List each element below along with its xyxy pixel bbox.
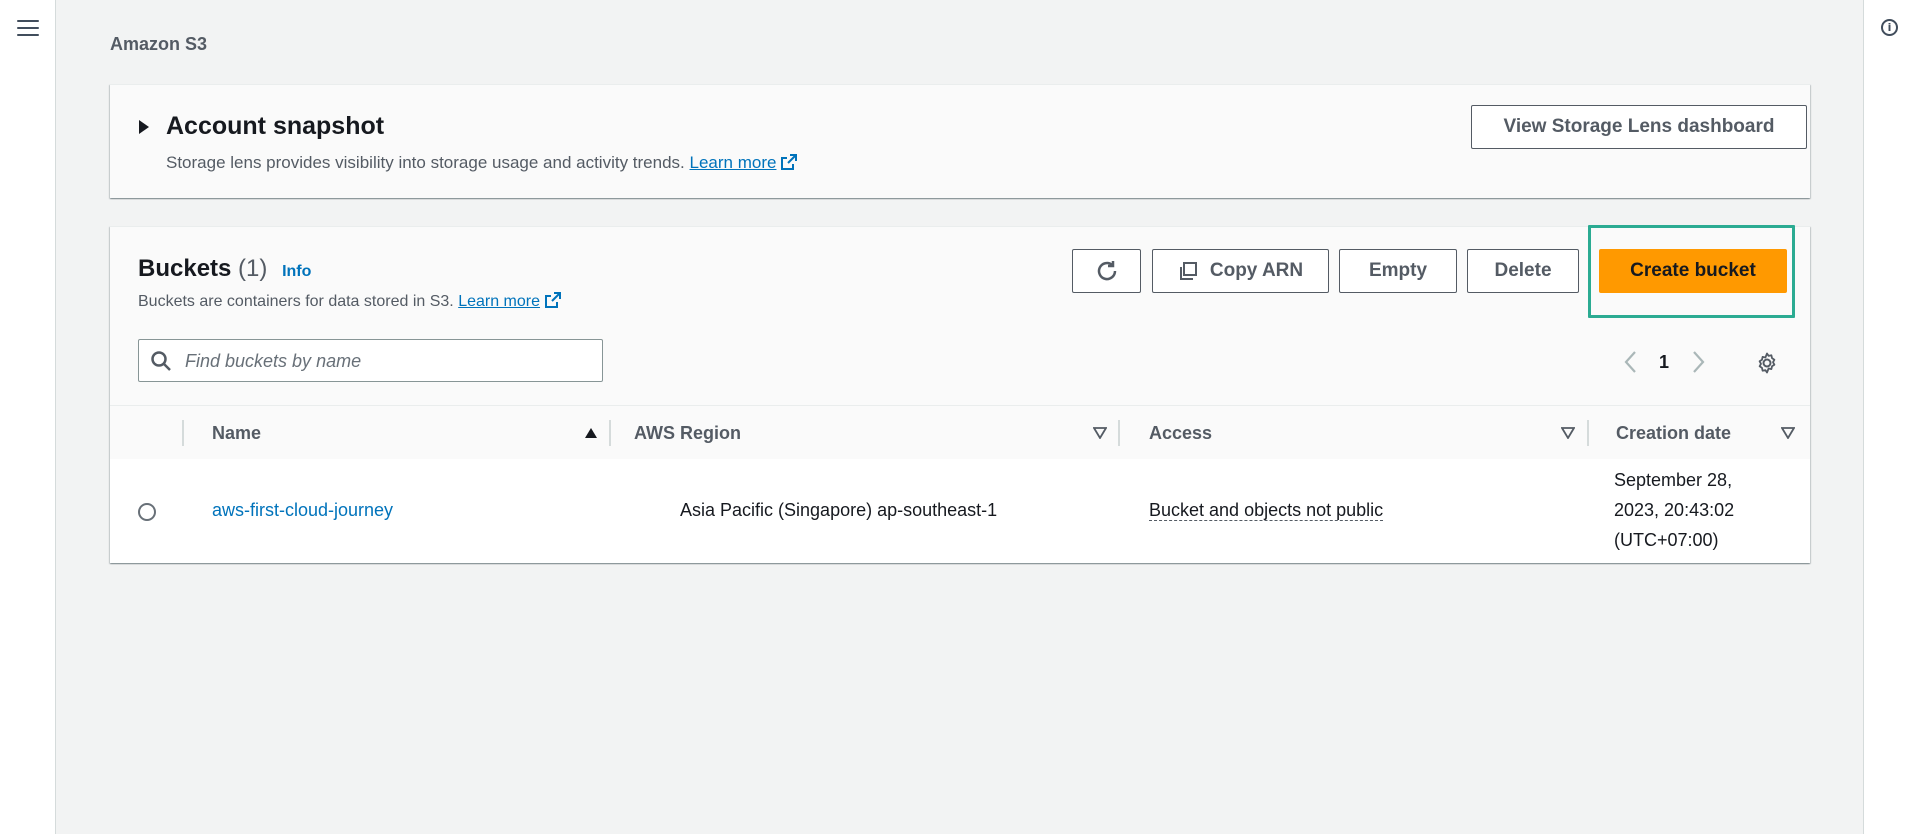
copy-arn-button[interactable]: Copy ARN (1152, 249, 1329, 293)
row-select-radio[interactable] (138, 503, 156, 521)
table-header: Name AWS Region Access Creation date (110, 405, 1810, 461)
search-input[interactable] (183, 340, 597, 383)
expand-caret-icon[interactable] (139, 120, 149, 134)
view-storage-lens-button[interactable]: View Storage Lens dashboard (1471, 105, 1807, 149)
info-circle-icon[interactable]: i (1881, 19, 1898, 36)
account-snapshot-title: Account snapshot (166, 112, 385, 140)
sort-ascending-icon[interactable] (584, 427, 598, 439)
column-header-region[interactable]: AWS Region (634, 406, 741, 460)
sort-caret-icon[interactable] (1561, 427, 1575, 439)
column-divider (1118, 420, 1120, 446)
buckets-count: (1) (238, 255, 268, 282)
external-link-icon[interactable] (780, 153, 798, 171)
buckets-learn-more-link[interactable]: Learn more (458, 293, 540, 310)
sort-caret-icon[interactable] (1781, 427, 1795, 439)
refresh-icon (1097, 261, 1116, 281)
gear-icon[interactable] (1755, 351, 1779, 375)
breadcrumb: Amazon S3 (110, 34, 208, 54)
account-snapshot-description-text: Storage lens provides visibility into st… (166, 153, 685, 172)
create-bucket-highlight (1588, 225, 1795, 318)
chevron-left-icon[interactable] (1623, 349, 1639, 375)
account-snapshot-learn-more-link[interactable]: Learn more (690, 153, 777, 172)
empty-button[interactable]: Empty (1339, 249, 1457, 293)
table-row: aws-first-cloud-journey Asia Pacific (Si… (110, 459, 1810, 563)
pagination: 1 (1623, 347, 1706, 377)
bucket-creation-date: September 28, 2023, 20:43:02 (UTC+07:00) (1614, 470, 1735, 550)
column-divider (609, 420, 611, 446)
column-header-access[interactable]: Access (1149, 406, 1212, 460)
buckets-panel: Buckets (1) Info Buckets are containers … (110, 226, 1810, 563)
search-icon (151, 351, 171, 371)
search-field[interactable] (138, 339, 603, 383)
external-link-icon[interactable] (544, 291, 562, 309)
main-content: Amazon S3 Account snapshot Storage lens … (56, 0, 1863, 834)
bucket-region: Asia Pacific (Singapore) ap-southeast-1 (680, 500, 998, 520)
refresh-button[interactable] (1072, 249, 1141, 293)
column-header-name[interactable]: Name (212, 406, 261, 460)
copy-icon (1179, 262, 1197, 280)
left-nav-rail (0, 0, 56, 834)
chevron-right-icon[interactable] (1690, 349, 1706, 375)
buckets-header: Buckets (1) Info (138, 255, 311, 283)
hamburger-menu-icon[interactable] (17, 20, 39, 36)
copy-arn-label: Copy ARN (1209, 260, 1304, 281)
bucket-name-link[interactable]: aws-first-cloud-journey (212, 500, 393, 521)
buckets-description: Buckets are containers for data stored i… (138, 291, 562, 311)
buckets-info-link[interactable]: Info (282, 263, 311, 280)
column-divider (182, 420, 184, 446)
right-tools-rail: i (1863, 0, 1918, 834)
buckets-title: Buckets (138, 255, 232, 282)
sort-caret-icon[interactable] (1093, 427, 1107, 439)
column-divider (1587, 420, 1589, 446)
column-header-creation-date[interactable]: Creation date (1616, 406, 1731, 460)
buckets-description-text: Buckets are containers for data stored i… (138, 293, 454, 310)
account-snapshot-panel: Account snapshot Storage lens provides v… (110, 84, 1810, 198)
account-snapshot-description: Storage lens provides visibility into st… (166, 153, 798, 173)
delete-button[interactable]: Delete (1467, 249, 1579, 293)
page-number[interactable]: 1 (1659, 352, 1669, 373)
bucket-access[interactable]: Bucket and objects not public (1149, 500, 1384, 521)
